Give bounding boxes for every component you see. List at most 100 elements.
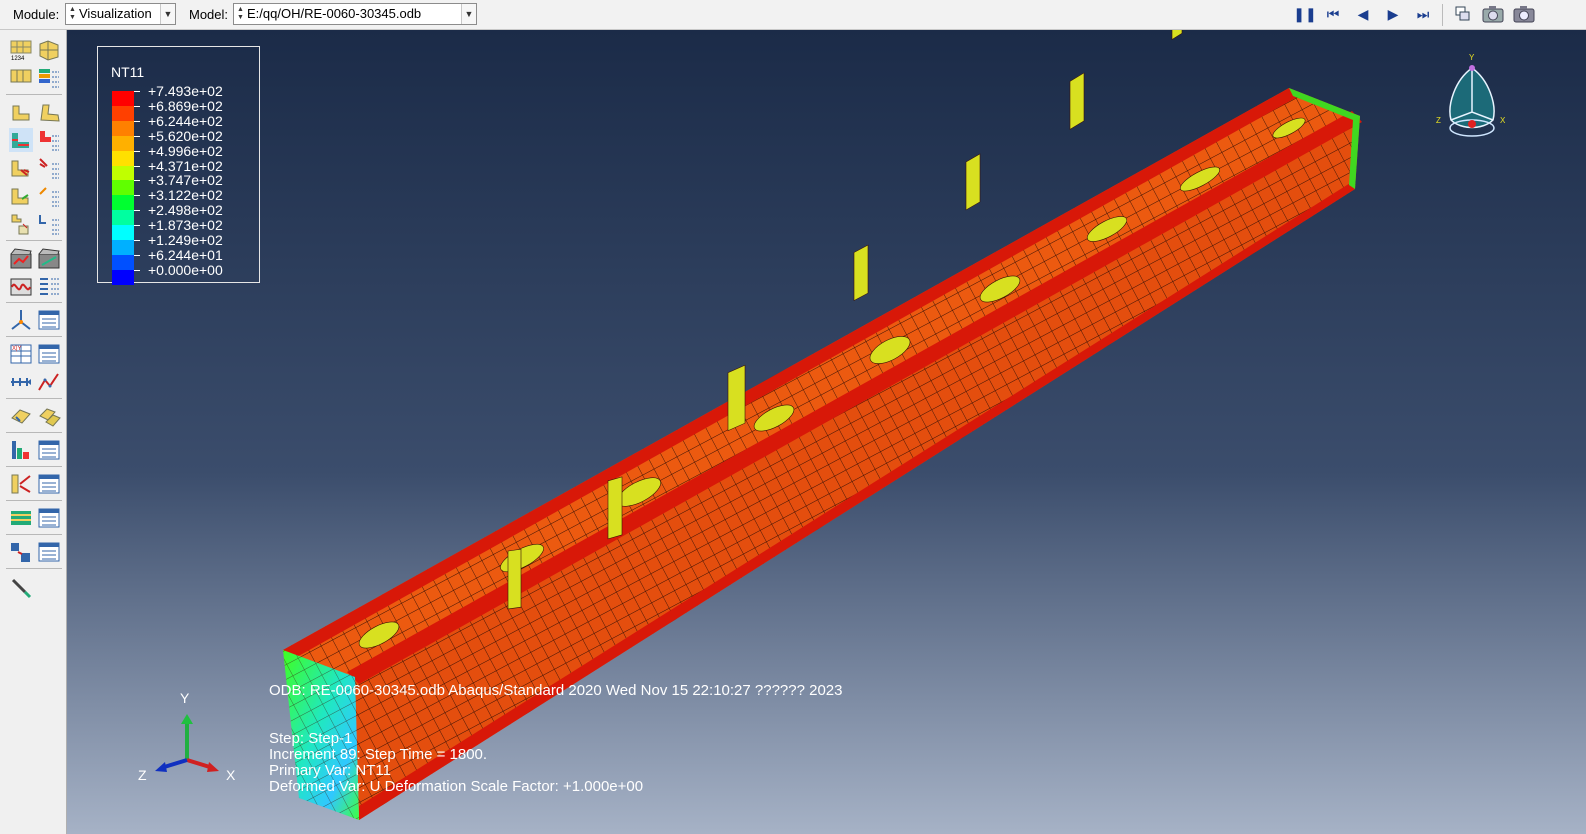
legend-swatch	[112, 240, 134, 255]
last-frame-icon[interactable]: ⏭	[1411, 4, 1435, 24]
animate-scale-factor-icon[interactable]	[37, 246, 61, 270]
plot-material-orientations-icon[interactable]	[9, 184, 33, 208]
legend-value: +6.244e+02	[148, 112, 223, 129]
model-select[interactable]: ▲ ▼ E:/qq/OH/RE-0060-30345.odb ▼	[233, 3, 477, 25]
toolbox-separator	[6, 466, 62, 467]
legend-swatch	[112, 180, 134, 196]
primary-var-info: Primary Var: NT11	[269, 762, 391, 779]
legend-value: +4.996e+02	[148, 142, 223, 159]
legend-swatch	[112, 120, 134, 136]
legend-value: +6.244e+01	[148, 246, 223, 263]
contour-options-icon[interactable]	[37, 128, 61, 152]
orientation-options-icon[interactable]	[37, 184, 61, 208]
module-toolbar: Module: ▲ ▼ Visualization ▼ Model: ▲ ▼ E:/…	[0, 0, 1586, 30]
triad-x-label: X	[226, 767, 236, 783]
overlay-manager-icon[interactable]	[37, 506, 61, 530]
toolbar-divider	[1442, 4, 1443, 26]
active-elements-icon[interactable]	[9, 472, 33, 496]
triad-z-label: Z	[138, 767, 147, 783]
legend-tick	[134, 120, 140, 122]
viewport[interactable]: NT11 +7.493e+02 +6.869e+02 +6.244e+02 +5.62…	[67, 30, 1586, 834]
chevron-down-icon[interactable]: ▼	[461, 4, 476, 24]
model-label: Model:	[189, 7, 229, 22]
legend-value: +1.873e+02	[148, 217, 223, 234]
spin-icon[interactable]: ▲ ▼	[68, 6, 77, 22]
toolbox-separator	[6, 534, 62, 535]
symbol-options-icon[interactable]	[37, 156, 61, 180]
frame-selector-icon[interactable]	[1451, 4, 1475, 24]
node-label-icon[interactable]	[9, 66, 33, 90]
display-group-icon[interactable]	[9, 404, 33, 428]
animate-harmonic-icon[interactable]	[9, 274, 33, 298]
plot-contours-icon[interactable]	[9, 128, 33, 152]
legend-tick	[134, 225, 140, 227]
transform-icon[interactable]	[9, 540, 33, 564]
next-frame-icon[interactable]: ▶	[1381, 4, 1405, 24]
contour-legend[interactable]: NT11 +7.493e+02 +6.869e+02 +6.244e+02 +5.62…	[97, 46, 260, 285]
previous-frame-icon[interactable]: ◀	[1351, 4, 1375, 24]
svg-text:X|Y: X|Y	[12, 346, 22, 352]
toolbox-separator	[6, 500, 62, 501]
module-value: Visualization	[79, 6, 152, 21]
module-select[interactable]: ▲ ▼ Visualization ▼	[65, 3, 176, 25]
plot-deformed-icon[interactable]	[37, 100, 61, 124]
legend-swatch	[112, 225, 134, 241]
svg-text:1234: 1234	[11, 56, 25, 62]
legend-swatch	[112, 195, 134, 211]
legend-tick	[134, 195, 140, 197]
view-cut-manager-icon[interactable]	[37, 308, 61, 332]
beam-edge	[347, 111, 1362, 684]
legend-value: +0.000e+00	[148, 261, 223, 278]
create-view-cut-icon[interactable]	[9, 308, 33, 332]
plot-allowables-icon[interactable]	[9, 212, 33, 236]
legend-swatch	[112, 150, 134, 166]
camera-icon[interactable]	[1512, 4, 1536, 24]
allowables-options-icon[interactable]	[37, 212, 61, 236]
toolbox-separator	[6, 432, 62, 433]
xy-data-manager-icon[interactable]	[37, 342, 61, 366]
pause-icon[interactable]: ❚❚	[1293, 4, 1317, 24]
legend-tick	[134, 165, 140, 167]
beam-edge	[283, 88, 1299, 658]
model-render[interactable]	[67, 30, 1586, 834]
legend-tick	[134, 150, 140, 152]
xy-plot-icon[interactable]	[37, 370, 61, 394]
path-icon[interactable]	[9, 370, 33, 394]
svg-text:Z: Z	[1436, 116, 1441, 125]
module-label: Module:	[13, 7, 60, 22]
stream-icon[interactable]	[9, 438, 33, 462]
layer-options-icon[interactable]	[37, 66, 61, 90]
odb-info: ODB: RE-0060-30345.odb Abaqus/Standard 2…	[269, 682, 843, 699]
legend-swatch	[112, 105, 134, 121]
stream-manager-icon[interactable]	[37, 438, 61, 462]
record-camera-icon[interactable]	[1481, 4, 1505, 24]
legend-tick	[134, 240, 140, 241]
legend-value: +7.493e+02	[148, 83, 223, 99]
deformed-var-info: Deformed Var: U Deformation Scale Factor…	[269, 778, 644, 795]
legend-tick	[134, 269, 140, 271]
legend-tick	[134, 105, 140, 107]
animation-options-icon[interactable]	[37, 274, 61, 298]
legend-value: +3.747e+02	[148, 172, 223, 189]
toolbox-separator	[6, 568, 62, 569]
legend-value: +2.498e+02	[148, 202, 223, 219]
active-elements-manager-icon[interactable]	[37, 472, 61, 496]
legend-swatch	[112, 210, 134, 226]
query-icon[interactable]	[9, 576, 33, 600]
plot-symbols-icon[interactable]	[9, 156, 33, 180]
transform-manager-icon[interactable]	[37, 540, 61, 564]
create-xy-data-icon[interactable]: X|Y	[9, 342, 33, 366]
toolbox-separator	[6, 398, 62, 399]
display-group-manager-icon[interactable]	[37, 404, 61, 428]
mesh-icon[interactable]	[37, 38, 61, 62]
animate-time-history-icon[interactable]	[9, 246, 33, 270]
first-frame-icon[interactable]: ⏮	[1321, 4, 1345, 24]
view-compass-icon[interactable]: Y Z X	[1435, 50, 1509, 144]
model-value: E:/qq/OH/RE-0060-30345.odb	[247, 6, 422, 21]
element-label-icon[interactable]: 1234	[9, 38, 33, 62]
spin-icon[interactable]: ▲ ▼	[236, 6, 245, 22]
legend-tick	[134, 180, 140, 182]
plot-undeformed-icon[interactable]	[9, 100, 33, 124]
overlay-plot-icon[interactable]	[9, 506, 33, 530]
chevron-down-icon[interactable]: ▼	[160, 4, 175, 24]
